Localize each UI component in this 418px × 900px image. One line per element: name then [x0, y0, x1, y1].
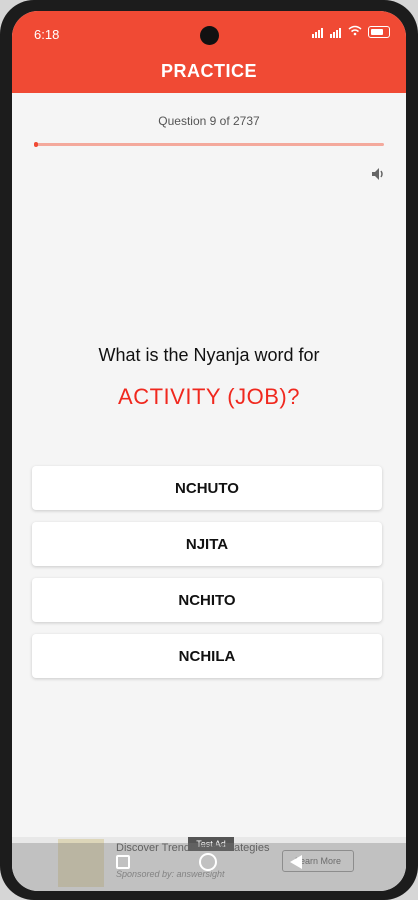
answer-option[interactable]: NCHITO	[32, 578, 382, 622]
home-icon[interactable]	[199, 853, 217, 871]
status-time: 6:18	[34, 27, 60, 42]
progress-bar	[34, 142, 384, 147]
answer-option[interactable]: NJITA	[32, 522, 382, 566]
question-text: What is the Nyanja word for	[98, 345, 320, 365]
target-word: ACTIVITY (JOB)?	[118, 384, 300, 409]
status-icons	[312, 25, 390, 39]
battery-icon	[368, 26, 390, 38]
question-counter: Question 9 of 2737	[158, 114, 260, 128]
wifi-icon	[348, 25, 362, 39]
app-screen: 6:18 PRACTICE Question 9 of 2737 What is…	[12, 11, 406, 891]
app-header: 6:18 PRACTICE	[12, 11, 406, 93]
speaker-icon[interactable]	[370, 165, 388, 183]
phone-frame: 6:18 PRACTICE Question 9 of 2737 What is…	[0, 0, 418, 900]
answer-option[interactable]: NCHUTO	[32, 466, 382, 510]
recents-icon[interactable]	[116, 855, 130, 869]
page-title: PRACTICE	[160, 61, 257, 81]
progress-fill	[34, 142, 39, 147]
signal-icon	[330, 26, 342, 38]
camera-cutout	[200, 26, 219, 45]
answer-option[interactable]: NCHILA	[32, 634, 382, 678]
back-icon[interactable]	[290, 855, 302, 869]
signal-icon	[312, 26, 324, 38]
